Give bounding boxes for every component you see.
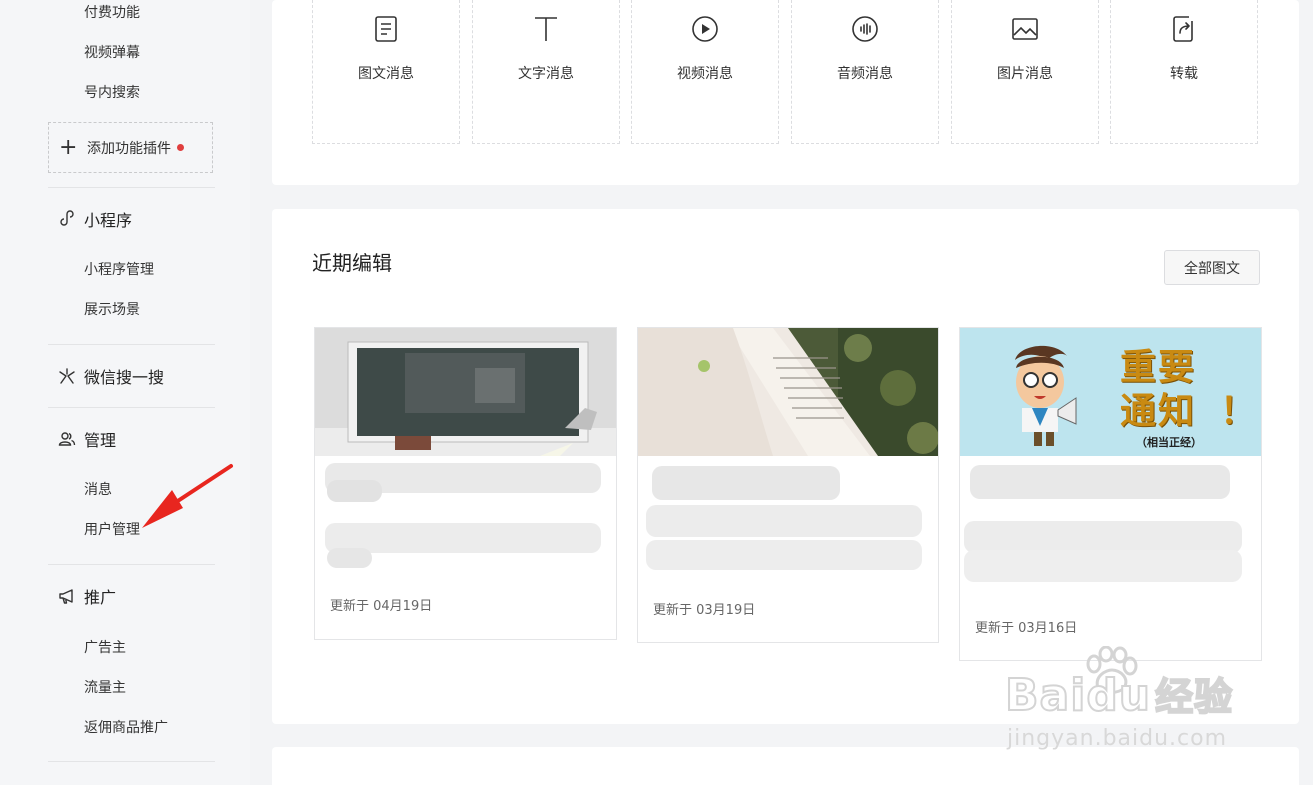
thumbnail-headline-2: 通知 bbox=[1120, 391, 1197, 432]
thumbnail-caption: （相当正经） bbox=[1136, 436, 1202, 449]
message-type-label: 转载 bbox=[1170, 66, 1198, 82]
watermark-url: jingyan.baidu.com bbox=[1007, 726, 1228, 751]
watermark-suffix: 经验 bbox=[1154, 674, 1234, 720]
blurred-title bbox=[652, 466, 840, 500]
article-updated-date: 更新于 03月16日 bbox=[975, 621, 1078, 636]
message-type-repost[interactable]: 转载 bbox=[1110, 0, 1258, 144]
sidebar-section-promote[interactable]: 推广 bbox=[56, 585, 116, 607]
share-icon bbox=[1169, 14, 1199, 44]
message-type-text[interactable]: 文字消息 bbox=[472, 0, 620, 144]
article-card[interactable]: 更新于 04月19日 bbox=[314, 327, 617, 640]
divider bbox=[48, 407, 215, 408]
plus-icon: + bbox=[59, 134, 78, 160]
sidebar-item-traffic-owner[interactable]: 流量主 bbox=[84, 679, 126, 697]
section-title: 近期编辑 bbox=[312, 251, 392, 275]
blurred-summary bbox=[964, 550, 1242, 582]
blurred-summary bbox=[646, 540, 922, 570]
sidebar-section-wechat-search[interactable]: 微信搜一搜 bbox=[56, 365, 164, 387]
message-type-image[interactable]: 图片消息 bbox=[951, 0, 1099, 144]
blurred-summary bbox=[327, 548, 372, 568]
message-type-label: 视频消息 bbox=[677, 66, 733, 82]
article-thumbnail bbox=[315, 328, 616, 456]
divider bbox=[48, 187, 215, 188]
sidebar-section-manage[interactable]: 管理 bbox=[56, 428, 116, 450]
sidebar-item-in-account-search[interactable]: 号内搜索 bbox=[84, 84, 140, 102]
sidebar-item-user-management[interactable]: 用户管理 bbox=[84, 521, 140, 539]
article-card[interactable]: 更新于 03月19日 bbox=[637, 327, 939, 643]
watermark-brand: Baidu 经验 bbox=[1004, 670, 1234, 721]
text-icon bbox=[531, 14, 561, 44]
sidebar: 付费功能 视频弹幕 号内搜索 + 添加功能插件 小程序 小程序管理 展示场景 微… bbox=[0, 0, 250, 785]
document-icon bbox=[371, 14, 401, 44]
sidebar-section-title: 推广 bbox=[84, 588, 117, 607]
divider bbox=[48, 564, 215, 565]
article-updated-date: 更新于 03月19日 bbox=[653, 603, 756, 618]
audio-icon bbox=[850, 14, 880, 44]
article-thumbnail: 重要 通知 ！ （相当正经） bbox=[960, 328, 1261, 456]
article-thumbnail bbox=[638, 328, 938, 456]
message-type-video[interactable]: 视频消息 bbox=[631, 0, 779, 144]
message-type-label: 图片消息 bbox=[997, 66, 1053, 82]
sidebar-item-advertiser[interactable]: 广告主 bbox=[84, 639, 126, 657]
megaphone-icon bbox=[56, 585, 78, 607]
users-icon bbox=[56, 428, 78, 450]
thumbnail-headline-1: 重要 bbox=[1120, 347, 1197, 388]
sidebar-item-miniprogram-manage[interactable]: 小程序管理 bbox=[84, 261, 154, 279]
message-type-label: 图文消息 bbox=[358, 66, 414, 82]
annotation-arrow bbox=[142, 464, 233, 528]
blurred-title bbox=[327, 480, 382, 502]
watermark-brand-head: Bai bbox=[1004, 670, 1087, 721]
blurred-summary bbox=[964, 521, 1242, 553]
watermark: Baidu 经验 jingyan.baidu.com bbox=[1004, 646, 1305, 758]
message-type-label: 文字消息 bbox=[518, 66, 574, 82]
sidebar-section-title: 小程序 bbox=[84, 211, 133, 230]
blurred-title bbox=[970, 465, 1230, 499]
message-type-card: 图文消息 文字消息 视频消息 音频消息 图片消息 转载 bbox=[272, 0, 1299, 185]
sidebar-item-video-danmaku[interactable]: 视频弹幕 bbox=[84, 44, 140, 62]
sidebar-item-messages[interactable]: 消息 bbox=[84, 481, 112, 499]
sidebar-item-commission-promotion[interactable]: 返佣商品推广 bbox=[84, 719, 168, 737]
article-updated-date: 更新于 04月19日 bbox=[330, 599, 433, 614]
add-plugin-button[interactable]: + 添加功能插件 bbox=[48, 122, 213, 173]
notification-dot bbox=[177, 144, 184, 151]
sidebar-section-title: 管理 bbox=[84, 431, 117, 450]
sidebar-section-title: 微信搜一搜 bbox=[84, 368, 165, 387]
message-type-article[interactable]: 图文消息 bbox=[312, 0, 460, 144]
divider bbox=[48, 344, 215, 345]
sidebar-section-miniprogram[interactable]: 小程序 bbox=[56, 208, 132, 230]
sidebar-item-paid-features[interactable]: 付费功能 bbox=[84, 4, 140, 22]
message-type-label: 音频消息 bbox=[837, 66, 893, 82]
message-type-audio[interactable]: 音频消息 bbox=[791, 0, 939, 144]
thumbnail-exclaim: ！ bbox=[1220, 391, 1257, 432]
video-icon bbox=[690, 14, 720, 44]
sparkle-icon bbox=[56, 365, 78, 387]
sidebar-item-display-scenes[interactable]: 展示场景 bbox=[84, 301, 140, 319]
miniprogram-icon bbox=[56, 208, 78, 230]
all-articles-button[interactable]: 全部图文 bbox=[1164, 250, 1260, 285]
article-card[interactable]: 重要 通知 ！ （相当正经） 更新于 03月16日 bbox=[959, 327, 1262, 661]
divider bbox=[48, 761, 215, 762]
add-plugin-label: 添加功能插件 bbox=[87, 140, 171, 157]
image-icon bbox=[1010, 14, 1040, 44]
blurred-summary bbox=[646, 505, 922, 537]
watermark-brand-tail: du bbox=[1085, 670, 1152, 721]
